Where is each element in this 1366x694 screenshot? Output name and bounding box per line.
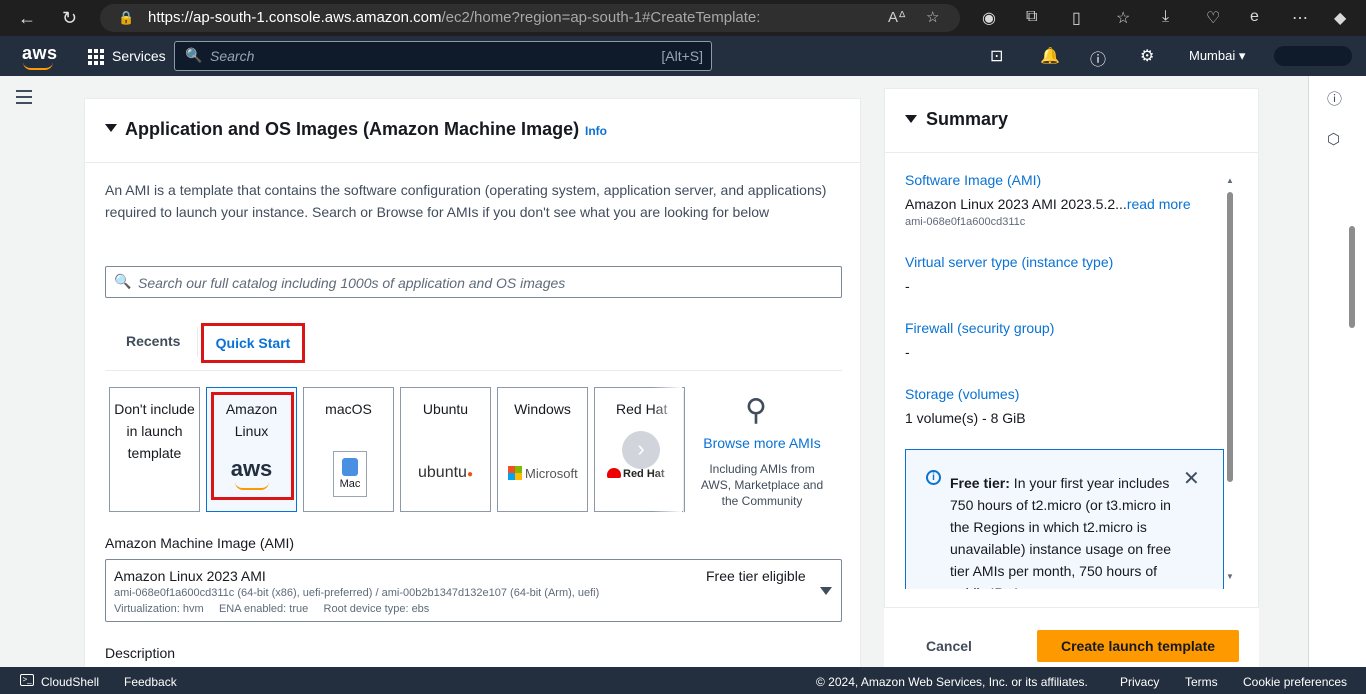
more-menu-icon[interactable]: ⋯ [1292,8,1308,28]
info-link[interactable]: Info [585,124,607,138]
info-icon: i [926,470,941,485]
refresh-icon[interactable]: ↻ [62,8,77,29]
search-icon: 🔍 [114,273,132,289]
favorite-star-icon[interactable]: ☆ [926,8,939,26]
split-screen-icon[interactable]: ▯ [1072,8,1081,28]
ami-select[interactable]: Amazon Linux 2023 AMI Free tier eligible… [105,559,842,622]
right-utility-rail: ⓘ ⬡ [1308,76,1366,667]
cookie-preferences-link[interactable]: Cookie preferences [1243,675,1347,689]
software-image-value: Amazon Linux 2023 AMI 2023.5.2...read mo… [905,196,1191,212]
browse-subtext: Including AMIs from AWS, Marketplace and… [700,462,824,508]
region-selector[interactable]: Mumbai ▾ [1189,48,1245,64]
page-scrollbar[interactable] [1349,226,1355,328]
tile-dont-include[interactable]: Don't include in launch template [109,387,200,512]
tab-divider [197,327,198,357]
console-footer: >_ CloudShell Feedback © 2024, Amazon We… [0,667,1366,694]
collapse-caret-icon[interactable] [905,115,917,123]
microsoft-logo-icon: Microsoft [508,466,578,481]
search-icon: 🔍 [185,47,203,63]
url-text: https://ap-south-1.console.aws.amazon.co… [148,9,761,26]
tile-macos[interactable]: macOS Mac [303,387,394,512]
carousel-next-button[interactable]: › [622,431,660,469]
browse-search-icon: ⚲ [745,394,767,427]
notifications-bell-icon[interactable]: 🔔 [1040,46,1060,66]
read-aloud-icon[interactable]: Aᐞ [888,8,906,26]
aws-logo-icon: aws [230,456,273,481]
storage-link[interactable]: Storage (volumes) [905,386,1019,402]
free-tier-badge: Free tier eligible [706,568,806,584]
cloudshell-icon[interactable]: >_ [20,674,34,686]
scroll-down-arrow-icon[interactable]: ▼ [1226,572,1234,581]
favorites-icon[interactable]: ☆ [1116,8,1130,28]
feedback-link[interactable]: Feedback [124,675,177,689]
summary-panel: Summary Software Image (AMI) Amazon Linu… [884,88,1259,608]
terms-link[interactable]: Terms [1185,675,1218,689]
copyright-text: © 2024, Amazon Web Services, Inc. or its… [816,675,1088,689]
software-image-link[interactable]: Software Image (AMI) [905,172,1041,188]
aws-top-nav: aws Services 🔍 Search [Alt+S] ⊡ 🔔 ⓘ ⚙ Mu… [0,36,1366,76]
info-panel-icon[interactable]: ⓘ [1327,88,1342,109]
account-menu[interactable] [1274,46,1352,66]
health-icon[interactable]: ♡ [1206,8,1220,28]
catalog-search-input[interactable]: 🔍 Search our full catalog including 1000… [105,266,842,298]
close-icon[interactable]: ✕ [1183,466,1200,491]
free-tier-alert: i Free tier: In your first year includes… [905,449,1224,589]
summary-scrollbar[interactable] [1227,192,1233,482]
tile-amazon-linux[interactable]: Amazon Linux aws [206,387,297,512]
aws-logo[interactable]: aws [22,43,58,70]
downloads-icon[interactable]: ⤓ [1162,8,1169,26]
cancel-button[interactable]: Cancel [926,638,972,654]
tile-windows[interactable]: Windows Microsoft [497,387,588,512]
firewall-link[interactable]: Firewall (security group) [905,320,1054,336]
back-arrow-icon[interactable]: ← [18,8,36,29]
copilot-icon[interactable]: ◆ [1334,8,1346,28]
help-icon[interactable]: ⓘ [1090,46,1106,70]
address-bar[interactable]: 🔒 https://ap-south-1.console.aws.amazon.… [100,4,960,32]
ami-field-label: Amazon Machine Image (AMI) [105,535,295,551]
section-header: Application and OS Images (Amazon Machin… [85,99,860,163]
section-title: Application and OS Images (Amazon Machin… [125,119,580,139]
aws-search-input[interactable]: 🔍 Search [Alt+S] [174,41,712,71]
scroll-up-arrow-icon[interactable]: ▲ [1226,176,1234,185]
ubuntu-logo-icon: ubuntu● [418,464,473,481]
instance-type-link[interactable]: Virtual server type (instance type) [905,254,1113,270]
mac-finder-icon: Mac [333,451,367,497]
lock-icon: 🔒 [118,10,135,25]
read-more-link[interactable]: read more [1127,196,1191,212]
ami-section-card: Application and OS Images (Amazon Machin… [84,98,861,678]
browse-more-amis-link[interactable]: Browse more AMIs [697,435,827,451]
cloudshell-link[interactable]: CloudShell [41,675,99,689]
description-label: Description [105,645,176,661]
extension-icon[interactable]: ◉ [982,8,996,28]
privacy-link[interactable]: Privacy [1120,675,1159,689]
side-menu-icon[interactable] [16,90,32,108]
tab-quick-start[interactable]: Quick Start [201,323,305,363]
dropdown-caret-icon [820,587,832,595]
summary-title: Summary [926,109,1009,129]
tab-recents[interactable]: Recents [126,333,180,349]
services-menu[interactable]: Services [112,48,166,64]
hexagon-icon[interactable]: ⬡ [1327,130,1340,148]
browser-toolbar: ← ↻ 🔒 https://ap-south-1.console.aws.ama… [0,0,1366,36]
puzzle-icon[interactable]: ⧉ [1026,8,1037,26]
cloudshell-icon[interactable]: ⊡ [990,46,1003,66]
create-launch-template-button[interactable]: Create launch template [1037,630,1239,662]
tile-ubuntu[interactable]: Ubuntu ubuntu● [400,387,491,512]
settings-gear-icon[interactable]: ⚙ [1140,46,1154,66]
edge-icon[interactable]: e [1250,8,1259,26]
collapse-caret-icon[interactable] [105,124,117,132]
section-description: An AMI is a template that contains the s… [105,182,827,220]
services-grid-icon[interactable] [88,49,104,65]
tabs-underline [105,370,842,371]
